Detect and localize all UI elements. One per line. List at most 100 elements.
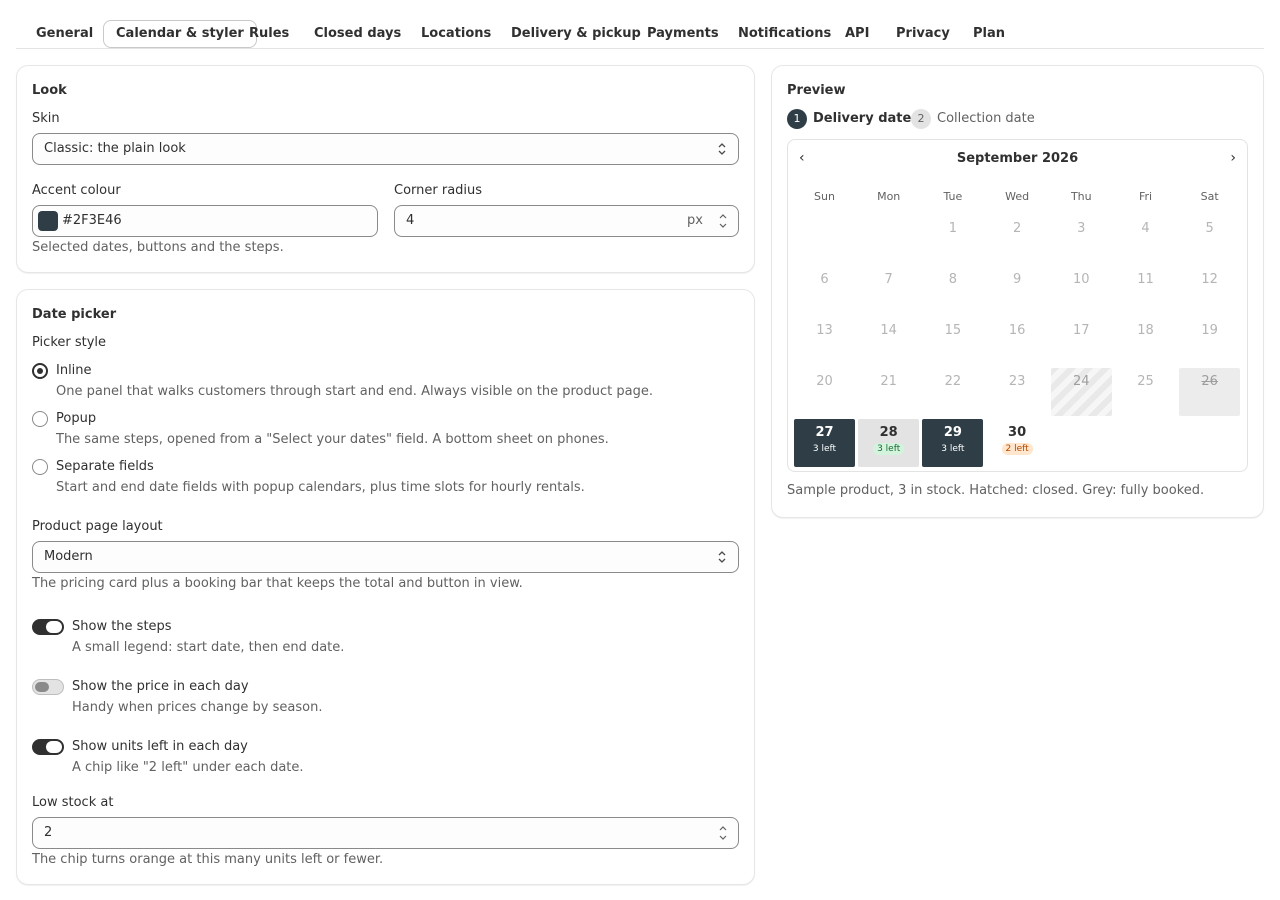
skin-select[interactable]: Classic: the plain look [32,133,739,165]
low-stock-input[interactable]: 2 [32,817,739,849]
step-2-label: Collection date [937,111,1035,126]
corner-radius-label: Corner radius [394,183,483,198]
calendar-day-number: 4 [1141,221,1150,236]
calendar-day-14[interactable]: 14 [858,317,919,365]
calendar-day-1[interactable]: 1 [922,215,983,263]
tab-notifications[interactable]: Notifications [726,20,843,48]
picker-style-label: Picker style [32,335,107,350]
calendar-day-number: 14 [880,323,897,338]
step-2-badge: 2 [911,109,931,129]
tab-locations[interactable]: Locations [409,20,503,48]
tab-privacy[interactable]: Privacy [884,20,962,48]
units-left-chip: 3 left [873,443,905,455]
calendar-day-19[interactable]: 19 [1179,317,1240,365]
corner-radius-value: 4 [406,213,415,228]
calendar-day-2[interactable]: 2 [987,215,1048,263]
low-stock-label: Low stock at [32,795,114,810]
calendar-day-26[interactable]: 26 [1179,368,1241,416]
calendar-day-16[interactable]: 16 [987,317,1048,365]
calendar-day-number: 2 [1012,221,1022,236]
calendar-day-29[interactable]: 29 3 left [922,419,984,467]
select-chevron-icon [718,551,726,563]
calendar-day-20[interactable]: 20 [794,368,855,416]
calendar-day-5[interactable]: 5 [1179,215,1240,263]
calendar-day-number: 20 [816,374,833,389]
calendar-day-13[interactable]: 13 [794,317,855,365]
calendar-day-25[interactable]: 25 [1115,368,1176,416]
calendar-day-4[interactable]: 4 [1115,215,1176,263]
calendar-day-number: 15 [944,323,962,338]
toggle-show-steps-label: Show the steps [72,619,172,634]
stepper-icon[interactable] [716,210,730,232]
radio-separate-fields[interactable] [32,459,48,475]
tab-delivery-pickup[interactable]: Delivery & pickup [499,20,653,48]
calendar-day-12[interactable]: 12 [1179,266,1240,314]
corner-radius-input[interactable]: 4 px [394,205,739,237]
calendar-day-9[interactable]: 9 [987,266,1048,314]
radio-popup-label[interactable]: Popup [56,411,96,426]
tab-calendar-styler[interactable]: Calendar & styler [103,20,257,48]
toggle-show-units-left-label: Show units left in each day [72,739,248,754]
calendar-day-number: 13 [816,323,833,338]
toggle-show-steps[interactable] [32,619,64,635]
calendar-day-11[interactable]: 11 [1115,266,1176,314]
calendar-day-23[interactable]: 23 [987,368,1048,416]
select-chevron-icon [718,143,726,155]
calendar-day-18[interactable]: 18 [1115,317,1176,365]
calendar-day-number: 26 [1201,374,1218,389]
calendar-day-6[interactable]: 6 [794,266,855,314]
skin-select-value: Classic: the plain look [44,141,186,156]
calendar-day-8[interactable]: 8 [922,266,983,314]
settings-tabs: General Calendar & styler Rules Closed d… [16,20,1264,49]
accent-colour-input[interactable]: #2F3E46 [32,205,378,237]
next-month-button[interactable]: › [1230,150,1236,166]
preview-calendar: ‹ September 2026 › Sun Mon Tue Wed Thu Fri Sat… [787,139,1248,472]
calendar-day-28[interactable]: 28 3 left [858,419,920,467]
toggle-show-price-help: Handy when prices change by season. [72,700,323,715]
weekday-wed: Wed [1005,190,1030,203]
skin-label: Skin [32,111,60,126]
tab-closed-days[interactable]: Closed days [302,20,413,48]
toggle-show-steps-help: A small legend: start date, then end dat… [72,640,345,655]
stepper-icon[interactable] [716,822,730,844]
calendar-day-number: 18 [1137,323,1154,338]
calendar-day-24[interactable]: 24 [1050,368,1112,416]
calendar-day-number: 22 [944,374,962,389]
weekday-mon: Mon [877,190,901,203]
calendar-day-21[interactable]: 21 [858,368,919,416]
tab-rules[interactable]: Rules [237,20,301,48]
layout-select[interactable]: Modern [32,541,739,573]
calendar-day-30[interactable]: 30 2 left [987,419,1048,467]
tab-plan[interactable]: Plan [961,20,1017,48]
tab-general[interactable]: General [24,20,105,48]
toggle-show-units-left-help: A chip like "2 left" under each date. [72,760,304,775]
weekday-fri: Fri [1138,190,1153,203]
color-swatch[interactable] [38,211,58,231]
radio-separate-fields-label[interactable]: Separate fields [56,459,154,474]
look-title: Look [32,83,67,98]
calendar-day-number: 7 [884,272,893,287]
calendar-day-22[interactable]: 22 [922,368,983,416]
calendar-day-number: 5 [1205,221,1214,236]
calendar-day-7[interactable]: 7 [858,266,919,314]
calendar-day-number: 24 [1073,374,1090,389]
calendar-day-number: 6 [820,272,829,287]
radio-inline-label[interactable]: Inline [56,363,92,378]
toggle-show-price[interactable] [32,679,64,695]
date-picker-title: Date picker [32,307,117,322]
calendar-day-17[interactable]: 17 [1051,317,1112,365]
calendar-day-number: 9 [1012,272,1022,287]
calendar-day-number: 27 [815,425,834,440]
layout-help: The pricing card plus a booking bar that… [32,576,523,591]
calendar-day-27[interactable]: 27 3 left [794,419,855,467]
calendar-day-15[interactable]: 15 [922,317,983,365]
radio-popup[interactable] [32,411,48,427]
tab-payments[interactable]: Payments [635,20,731,48]
calendar-day-10[interactable]: 10 [1051,266,1112,314]
look-help: Selected dates, buttons and the steps. [32,240,284,255]
toggle-show-units-left[interactable] [32,739,64,755]
tab-api[interactable]: API [833,20,881,48]
radio-inline[interactable] [32,363,48,379]
calendar-day-number: 16 [1008,323,1026,338]
calendar-day-3[interactable]: 3 [1051,215,1112,263]
